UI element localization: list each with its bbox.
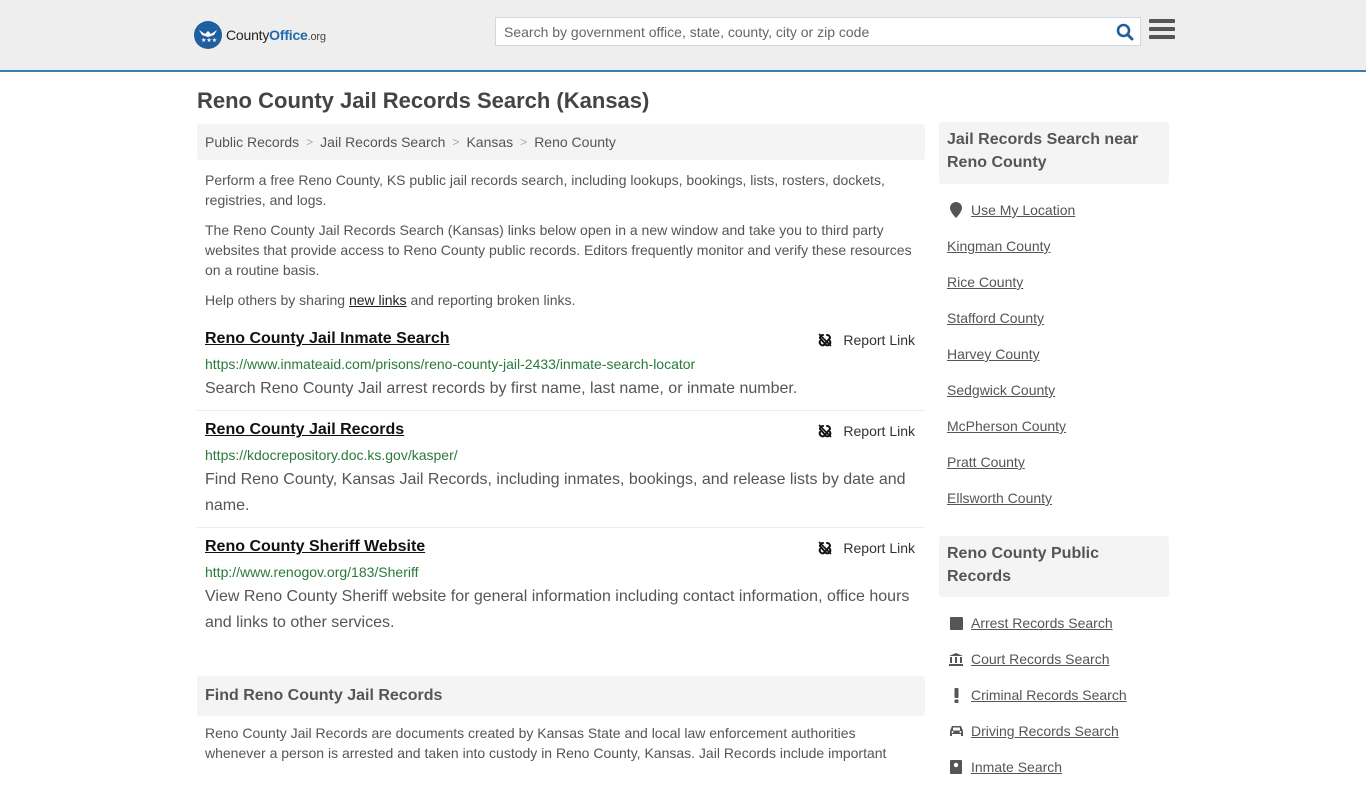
result-url: http://www.renogov.org/183/Sheriff: [205, 564, 419, 580]
svg-text:★★★: ★★★: [201, 37, 217, 44]
broken-link-icon: [818, 424, 832, 438]
county-link-kingman[interactable]: Kingman County: [947, 238, 1051, 254]
result-url: https://kdocrepository.doc.ks.gov/kasper…: [205, 447, 458, 463]
menu-bar: [1149, 27, 1175, 31]
report-link-button[interactable]: Report Link: [817, 332, 915, 348]
breadcrumb-jail-records-search[interactable]: Jail Records Search: [320, 134, 445, 150]
use-my-location-link[interactable]: Use My Location: [971, 202, 1075, 218]
result-description: Search Reno County Jail arrest records b…: [205, 380, 798, 397]
breadcrumb-kansas[interactable]: Kansas: [466, 134, 513, 150]
intro-text: Perform a free Reno County, KS public ja…: [205, 170, 920, 320]
nearby-county-item: Pratt County: [947, 444, 1075, 480]
breadcrumb-public-records[interactable]: Public Records: [205, 134, 299, 150]
report-link-button[interactable]: Report Link: [817, 423, 915, 439]
public-record-item: Driving Records Search: [947, 713, 1127, 749]
report-link-button[interactable]: Report Link: [817, 540, 915, 556]
logo-text: CountyOffice.org: [226, 27, 326, 43]
result-title-link[interactable]: Reno County Sheriff Website: [205, 538, 425, 556]
county-link-rice[interactable]: Rice County: [947, 274, 1023, 290]
criminal-records-link[interactable]: Criminal Records Search: [971, 687, 1127, 703]
find-records-text: Reno County Jail Records are documents c…: [205, 725, 887, 761]
site-header: ★★★ CountyOffice.org: [0, 0, 1366, 72]
find-records-heading: Find Reno County Jail Records: [197, 676, 925, 716]
county-link-sedgwick[interactable]: Sedgwick County: [947, 382, 1055, 398]
search-input[interactable]: [496, 18, 1110, 45]
search-icon: [1116, 23, 1134, 40]
result-description: Find Reno County, Kansas Jail Records, i…: [205, 471, 906, 514]
public-records-list: Arrest Records Search Court Records Sear…: [947, 605, 1127, 785]
nearby-county-item: McPherson County: [947, 408, 1075, 444]
court-records-link[interactable]: Court Records Search: [971, 651, 1110, 667]
eagle-logo-icon: ★★★: [194, 21, 222, 49]
menu-bar: [1149, 35, 1175, 39]
broken-link-icon: [818, 541, 832, 555]
inmate-search-link[interactable]: Inmate Search: [971, 759, 1062, 775]
result-title-link[interactable]: Reno County Jail Records: [205, 421, 404, 439]
hamburger-menu-button[interactable]: [1149, 19, 1175, 43]
breadcrumb-separator: >: [452, 135, 460, 149]
driving-records-link[interactable]: Driving Records Search: [971, 723, 1119, 739]
public-record-item: Criminal Records Search: [947, 677, 1127, 713]
exclamation-icon: [947, 687, 965, 703]
courthouse-icon: [947, 652, 965, 666]
intro-paragraph-3: Help others by sharing new links and rep…: [205, 292, 576, 308]
nearby-county-item: Stafford County: [947, 300, 1075, 336]
site-logo[interactable]: ★★★ CountyOffice.org: [194, 21, 326, 49]
broken-link-icon: [818, 333, 832, 347]
county-link-stafford[interactable]: Stafford County: [947, 310, 1044, 326]
result-item: Reno County Sheriff Website Report Link …: [197, 538, 925, 640]
car-icon: [947, 725, 965, 737]
intro-paragraph-2: The Reno County Jail Records Search (Kan…: [205, 222, 912, 278]
menu-bar: [1149, 19, 1175, 23]
public-records-heading: Reno County Public Records: [939, 536, 1169, 597]
public-record-item: Court Records Search: [947, 641, 1127, 677]
nearby-county-item: Harvey County: [947, 336, 1075, 372]
result-item: Reno County Jail Inmate Search Report Li…: [197, 330, 925, 411]
county-link-harvey[interactable]: Harvey County: [947, 346, 1040, 362]
nearby-heading: Jail Records Search near Reno County: [939, 122, 1169, 184]
result-item: Reno County Jail Records Report Link htt…: [197, 421, 925, 528]
breadcrumb: Public Records > Jail Records Search > K…: [197, 124, 925, 160]
nearby-county-item: Rice County: [947, 264, 1075, 300]
search-button[interactable]: [1110, 18, 1140, 45]
public-record-item: Inmate Search: [947, 749, 1127, 785]
map-marker-icon: [947, 202, 965, 218]
nearby-county-item: Ellsworth County: [947, 480, 1075, 516]
page-title: Reno County Jail Records Search (Kansas): [197, 88, 650, 113]
result-url: https://www.inmateaid.com/prisons/reno-c…: [205, 356, 696, 372]
nearby-county-item: Kingman County: [947, 228, 1075, 264]
nearby-list: Use My Location Kingman County Rice Coun…: [947, 192, 1075, 516]
result-title-link[interactable]: Reno County Jail Inmate Search: [205, 330, 450, 348]
breadcrumb-separator: >: [306, 135, 314, 149]
county-link-ellsworth[interactable]: Ellsworth County: [947, 490, 1052, 506]
breadcrumb-separator: >: [520, 135, 528, 149]
county-link-mcpherson[interactable]: McPherson County: [947, 418, 1066, 434]
result-description: View Reno County Sheriff website for gen…: [205, 588, 910, 631]
county-link-pratt[interactable]: Pratt County: [947, 454, 1025, 470]
breadcrumb-reno-county[interactable]: Reno County: [534, 134, 616, 150]
inmate-icon: [947, 760, 965, 774]
arrest-records-link[interactable]: Arrest Records Search: [971, 615, 1113, 631]
nearby-county-item: Sedgwick County: [947, 372, 1075, 408]
use-location-item: Use My Location: [947, 192, 1075, 228]
new-links-link[interactable]: new links: [349, 292, 407, 308]
square-icon: [947, 616, 965, 630]
search-bar: [495, 17, 1141, 46]
intro-paragraph-1: Perform a free Reno County, KS public ja…: [205, 172, 885, 208]
public-record-item: Arrest Records Search: [947, 605, 1127, 641]
